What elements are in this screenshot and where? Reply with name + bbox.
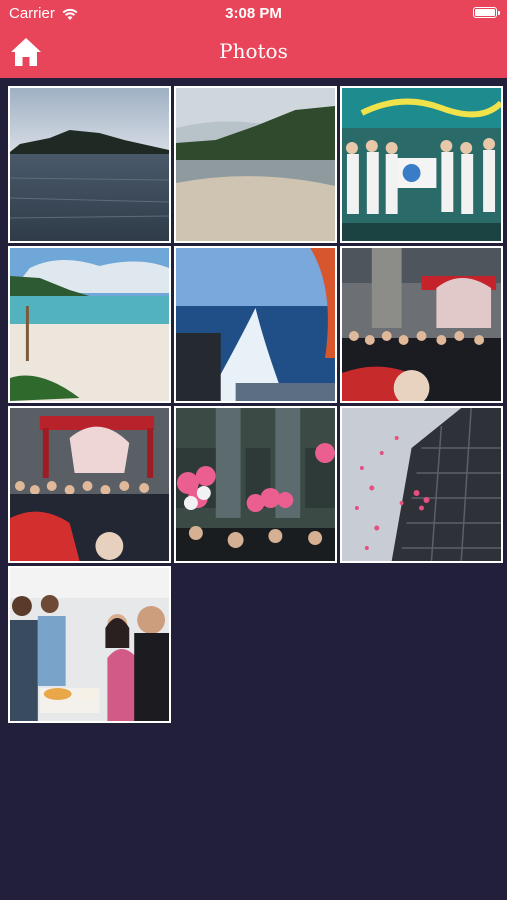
photo-thumbnail[interactable] — [8, 406, 171, 563]
photo-thumbnail[interactable] — [340, 86, 503, 243]
status-bar: Carrier 3:08 PM — [0, 0, 507, 28]
photo-thumbnail[interactable] — [8, 86, 171, 243]
photo-grid — [8, 86, 503, 723]
photo-thumbnail[interactable] — [340, 406, 503, 563]
photo-thumbnail[interactable] — [8, 246, 171, 403]
photo-thumbnail[interactable] — [8, 566, 171, 723]
nav-bar: Photos — [0, 28, 507, 78]
page-title: Photos — [219, 39, 288, 63]
status-time: 3:08 PM — [225, 5, 282, 22]
photo-thumbnail[interactable] — [174, 246, 337, 403]
battery-icon — [473, 7, 500, 18]
photo-thumbnail[interactable] — [340, 246, 503, 403]
photo-thumbnail[interactable] — [174, 86, 337, 243]
photo-thumbnail[interactable] — [174, 406, 337, 563]
